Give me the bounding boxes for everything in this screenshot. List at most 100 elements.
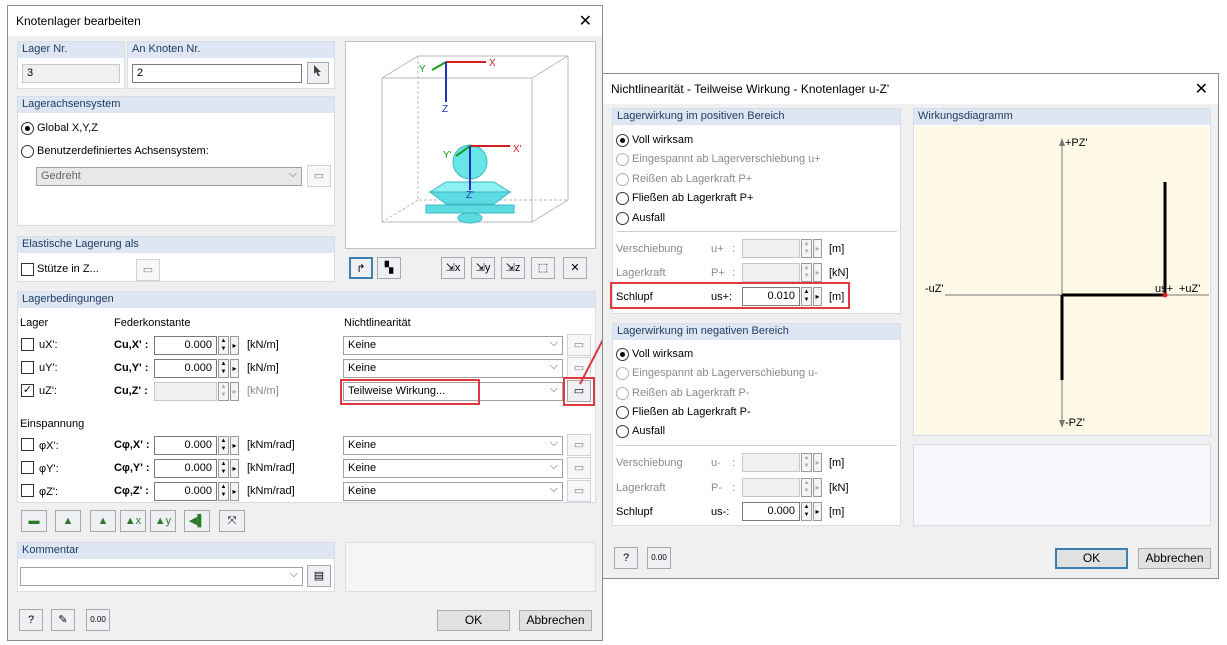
col-nichtlinearitaet: Nichtlinearität	[344, 317, 411, 329]
view-x-button[interactable]: ⇲x	[441, 257, 465, 279]
cux-input[interactable]: 0.000	[154, 336, 217, 355]
edit-button[interactable]: ✎	[51, 609, 75, 631]
close-icon[interactable]: ✕	[1195, 79, 1208, 99]
support-fixed-button[interactable]: ▲	[90, 510, 116, 532]
iso-view-button[interactable]: ⬚	[531, 257, 555, 279]
render-view-button[interactable]: ▚	[377, 257, 401, 279]
ux-checkbox[interactable]	[21, 338, 34, 351]
nl-phiy-dropdown[interactable]: Keine ⌵	[343, 459, 563, 478]
neg-voll-radio[interactable]	[616, 348, 629, 361]
nl-ux-value: Keine	[348, 339, 377, 351]
pick-icon	[314, 65, 321, 76]
phix-checkbox[interactable]	[21, 438, 34, 451]
support-fixed-x-button[interactable]: ▲x	[120, 510, 146, 532]
ux-label: uX':	[39, 339, 58, 351]
stuetze-checkbox[interactable]	[21, 263, 34, 276]
cphix-arrow[interactable]: ▸	[230, 436, 239, 455]
neg-ausfall-radio[interactable]	[616, 425, 629, 438]
nl-uy-dropdown[interactable]: Keine ⌵	[343, 359, 563, 378]
chevron-down-icon: ⌵	[288, 168, 297, 180]
kommentar-button[interactable]: ▤	[307, 565, 331, 587]
uy-checkbox[interactable]	[21, 361, 34, 374]
cphix-spinner[interactable]: ▲ ▼	[218, 436, 229, 455]
cphiy-input[interactable]: 0.000	[154, 459, 217, 478]
custom-label: Benutzerdefiniertes Achsensystem:	[37, 145, 209, 157]
units-button[interactable]: 0.00	[86, 609, 110, 631]
cuy-arrow[interactable]: ▸	[230, 359, 239, 378]
cphiz-input[interactable]: 0.000	[154, 482, 217, 501]
neg-schlupf-input[interactable]: 0.000	[742, 502, 800, 521]
zoom-view-button[interactable]: ✕	[563, 257, 587, 279]
custom-radio[interactable]	[21, 145, 34, 158]
neg-schlupf-sym: us-:	[711, 506, 730, 518]
wirkungsdiagramm: +PZ' -PZ' -uZ' us+ +uZ'	[915, 126, 1209, 435]
view-z-button[interactable]: ⇲z	[501, 257, 525, 279]
lager-nr-field: 3	[22, 64, 120, 83]
cphiz-arrow[interactable]: ▸	[230, 482, 239, 501]
pos-vers-arrow: ▸	[813, 239, 822, 258]
support-roller-button[interactable]: ▲	[55, 510, 81, 532]
nl-phiz-dropdown[interactable]: Keine ⌵	[343, 482, 563, 501]
achsensystem-header: Lagerachsensystem	[18, 97, 334, 113]
uz-checkbox[interactable]: ✓	[21, 384, 34, 397]
pos-voll-radio[interactable]	[616, 134, 629, 147]
cuz-unit: [kN/m]	[247, 385, 279, 397]
cux-arrow[interactable]: ▸	[230, 336, 239, 355]
cuy-spinner[interactable]: ▲ ▼	[218, 359, 229, 378]
nl-phix-edit-button: ▭	[567, 434, 591, 456]
cphiy-spinner[interactable]: ▲ ▼	[218, 459, 229, 478]
pos-vers-colon: :	[732, 243, 736, 255]
sub-cancel-button[interactable]: Abbrechen	[1138, 548, 1211, 569]
phiy-label: φY':	[39, 463, 59, 475]
nl-phix-value: Keine	[348, 439, 377, 451]
cphiy-arrow[interactable]: ▸	[230, 459, 239, 478]
title-bar: Knotenlager bearbeiten ✕	[8, 6, 602, 36]
chevron-down-icon: ⌵	[549, 437, 558, 449]
pos-ausfall-radio[interactable]	[616, 212, 629, 225]
phiz-label: φZ':	[39, 486, 59, 498]
cuz-arrow: ▸	[230, 382, 239, 401]
kommentar-input[interactable]: ⌵	[20, 567, 303, 586]
support-free-button[interactable]: ⤧	[219, 510, 245, 532]
close-icon[interactable]: ✕	[579, 11, 592, 31]
cuy-input[interactable]: 0.000	[154, 359, 217, 378]
nichtlinearitaet-dialog: Nichtlinearität - Teilweise Wirkung - Kn…	[602, 73, 1219, 579]
cux-spinner[interactable]: ▲ ▼	[218, 336, 229, 355]
neg-fliessen-radio[interactable]	[616, 406, 629, 419]
neg-schlupf-spinner[interactable]: ▲ ▼	[801, 502, 812, 521]
ok-button[interactable]: OK	[437, 610, 510, 631]
pos-fliessen-radio[interactable]	[616, 192, 629, 205]
pick-node-button[interactable]	[307, 62, 329, 84]
lager-nr-label: Lager Nr.	[18, 42, 124, 58]
global-radio[interactable]	[21, 122, 34, 135]
support-hinged-button[interactable]: ▬	[21, 510, 47, 532]
neg-vers-spinner: ▲ ▼	[801, 453, 812, 472]
support-wall-button[interactable]: ◀▌	[184, 510, 210, 532]
sub-help-button[interactable]: ?	[614, 547, 638, 569]
neg-schlupf-arrow[interactable]: ▸	[813, 502, 822, 521]
knoten-input[interactable]: 2	[132, 64, 302, 83]
help-button[interactable]: ?	[19, 609, 43, 631]
phiy-checkbox[interactable]	[21, 461, 34, 474]
cphix-input[interactable]: 0.000	[154, 436, 217, 455]
phiz-checkbox[interactable]	[21, 484, 34, 497]
sub-units-button[interactable]: 0.00	[647, 547, 671, 569]
pos-kraft-spinner: ▲ ▼	[801, 263, 812, 282]
negative-group: Lagerwirkung im negativen Bereich Voll w…	[612, 323, 901, 526]
diag-muz-label: -uZ'	[925, 283, 944, 295]
axis-view-button[interactable]: ↱	[349, 257, 373, 279]
cuy-unit: [kN/m]	[247, 362, 279, 374]
diag-pz-label: +PZ'	[1065, 137, 1088, 149]
view-y-button[interactable]: ⇲y	[471, 257, 495, 279]
pos-vers-spinner: ▲ ▼	[801, 239, 812, 258]
cancel-button[interactable]: Abbrechen	[519, 610, 592, 631]
cphiz-spinner[interactable]: ▲ ▼	[218, 482, 229, 501]
diag-puz-label: +uZ'	[1179, 283, 1200, 295]
support-fixed-y-button[interactable]: ▲y	[150, 510, 176, 532]
chevron-down-icon: ⌵	[549, 460, 558, 472]
pos-eingespannt-radio	[616, 153, 629, 166]
nl-phix-dropdown[interactable]: Keine ⌵	[343, 436, 563, 455]
neg-vers-arrow: ▸	[813, 453, 822, 472]
sub-ok-button[interactable]: OK	[1055, 548, 1128, 569]
nl-ux-dropdown[interactable]: Keine ⌵	[343, 336, 563, 355]
